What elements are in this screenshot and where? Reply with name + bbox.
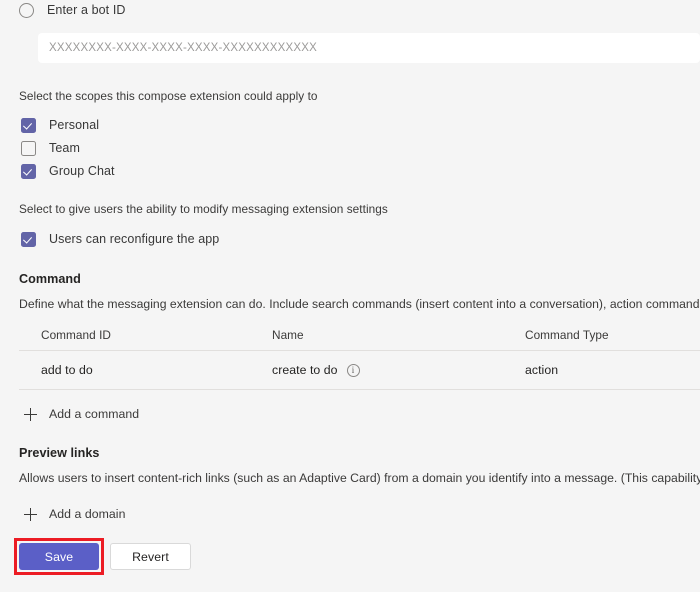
cell-command-id: add to do: [41, 363, 93, 377]
cell-command-type: action: [525, 363, 559, 377]
checkbox-checked-icon[interactable]: [21, 117, 36, 133]
plus-icon: [24, 507, 37, 521]
checkbox-unchecked-icon[interactable]: [21, 140, 36, 156]
add-command-label: Add a command: [49, 407, 140, 421]
table-row-divider: [19, 389, 700, 390]
info-icon[interactable]: i: [346, 363, 360, 377]
column-header-command-id: Command ID: [41, 328, 111, 342]
plus-icon: [24, 407, 37, 421]
column-header-name: Name: [272, 328, 304, 342]
scope-checkbox-team[interactable]: Team: [0, 137, 700, 159]
cell-name-text: create to do: [272, 363, 338, 377]
preview-links-heading: Preview links: [19, 446, 100, 460]
add-command-button[interactable]: Add a command: [0, 401, 700, 427]
command-table: Command ID Name Command Type: [19, 320, 700, 350]
add-domain-label: Add a domain: [49, 507, 126, 521]
bot-id-radio-label: Enter a bot ID: [47, 3, 126, 17]
cell-name: create to do i: [272, 363, 525, 377]
bot-id-input[interactable]: [38, 33, 700, 63]
scope-checkbox-personal[interactable]: Personal: [0, 114, 700, 136]
bot-id-radio-row[interactable]: Enter a bot ID: [0, 0, 700, 20]
revert-button[interactable]: Revert: [110, 543, 191, 570]
scopes-label: Select the scopes this compose extension…: [19, 89, 318, 103]
reconfigure-checkbox-label: Users can reconfigure the app: [49, 232, 220, 246]
footer-action-bar: Save Revert: [0, 531, 700, 592]
preview-links-description: Allows users to insert content-rich link…: [19, 471, 700, 485]
scope-label-personal: Personal: [49, 118, 100, 132]
scope-label-group-chat: Group Chat: [49, 164, 115, 178]
scope-label-team: Team: [49, 141, 80, 155]
bot-id-input-wrap: [38, 33, 700, 63]
checkbox-checked-icon[interactable]: [21, 231, 36, 247]
table-row[interactable]: add to do create to do i action: [19, 351, 700, 389]
command-table-body: add to do create to do i action: [19, 351, 700, 389]
reconfigure-checkbox[interactable]: Users can reconfigure the app: [0, 228, 700, 250]
column-header-command-type: Command Type: [525, 328, 609, 342]
save-button[interactable]: Save: [19, 543, 99, 570]
command-section-heading: Command: [19, 272, 81, 286]
radio-unselected-icon[interactable]: [19, 2, 34, 18]
reconfigure-checkbox-group: Users can reconfigure the app: [0, 228, 700, 250]
reconfigure-label: Select to give users the ability to modi…: [19, 202, 388, 216]
command-table-header: Command ID Name Command Type: [19, 320, 700, 350]
checkbox-checked-icon[interactable]: [21, 163, 36, 179]
scopes-checkbox-group: Personal Team Group Chat: [0, 114, 700, 182]
messaging-extension-settings-page: Enter a bot ID Select the scopes this co…: [0, 0, 700, 592]
scope-checkbox-group-chat[interactable]: Group Chat: [0, 160, 700, 182]
command-section-description: Define what the messaging extension can …: [19, 297, 700, 311]
add-domain-button[interactable]: Add a domain: [0, 501, 700, 527]
